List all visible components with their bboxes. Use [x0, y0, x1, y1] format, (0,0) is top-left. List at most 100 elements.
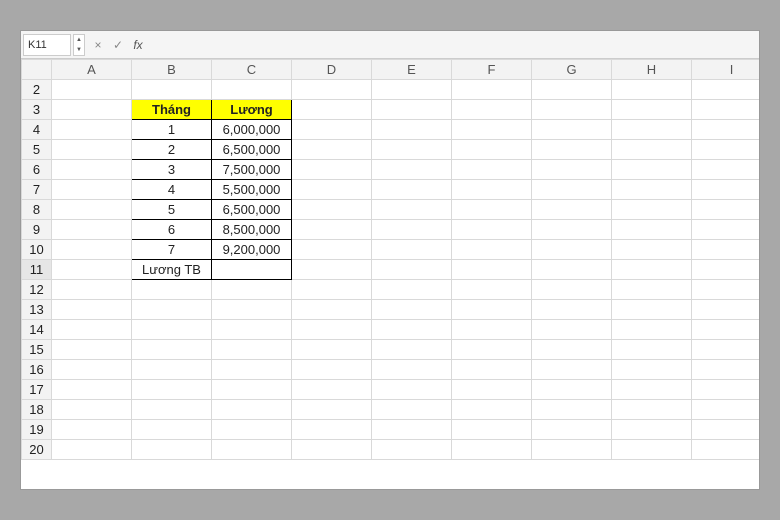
- cell-A15[interactable]: [52, 340, 132, 360]
- cell-C8[interactable]: 6,500,000: [212, 200, 292, 220]
- cell-A11[interactable]: [52, 260, 132, 280]
- column-header-B[interactable]: B: [132, 60, 212, 80]
- cell-D2[interactable]: [292, 80, 372, 100]
- cell-C6[interactable]: 7,500,000: [212, 160, 292, 180]
- cell-C3[interactable]: Lương: [212, 100, 292, 120]
- cell-G13[interactable]: [532, 300, 612, 320]
- cell-E7[interactable]: [372, 180, 452, 200]
- column-header-C[interactable]: C: [212, 60, 292, 80]
- cell-F20[interactable]: [452, 440, 532, 460]
- cell-B16[interactable]: [132, 360, 212, 380]
- cell-E14[interactable]: [372, 320, 452, 340]
- cell-C18[interactable]: [212, 400, 292, 420]
- cell-D5[interactable]: [292, 140, 372, 160]
- cell-B13[interactable]: [132, 300, 212, 320]
- cell-F2[interactable]: [452, 80, 532, 100]
- row-header-3[interactable]: 3: [22, 100, 52, 120]
- row-header-9[interactable]: 9: [22, 220, 52, 240]
- cell-H9[interactable]: [612, 220, 692, 240]
- cell-F14[interactable]: [452, 320, 532, 340]
- cell-H4[interactable]: [612, 120, 692, 140]
- cell-D7[interactable]: [292, 180, 372, 200]
- cell-G7[interactable]: [532, 180, 612, 200]
- cell-D14[interactable]: [292, 320, 372, 340]
- cell-A18[interactable]: [52, 400, 132, 420]
- cell-I8[interactable]: [692, 200, 760, 220]
- cell-E9[interactable]: [372, 220, 452, 240]
- stepper-down-icon[interactable]: ▼: [74, 45, 84, 55]
- cell-G10[interactable]: [532, 240, 612, 260]
- cell-I16[interactable]: [692, 360, 760, 380]
- row-header-17[interactable]: 17: [22, 380, 52, 400]
- cell-D9[interactable]: [292, 220, 372, 240]
- cell-G14[interactable]: [532, 320, 612, 340]
- cell-E18[interactable]: [372, 400, 452, 420]
- cell-D12[interactable]: [292, 280, 372, 300]
- cell-B18[interactable]: [132, 400, 212, 420]
- cell-F4[interactable]: [452, 120, 532, 140]
- cancel-icon[interactable]: ×: [91, 38, 105, 52]
- cell-B19[interactable]: [132, 420, 212, 440]
- cell-B8[interactable]: 5: [132, 200, 212, 220]
- cell-B10[interactable]: 7: [132, 240, 212, 260]
- cell-I7[interactable]: [692, 180, 760, 200]
- cell-H20[interactable]: [612, 440, 692, 460]
- cell-C5[interactable]: 6,500,000: [212, 140, 292, 160]
- cell-I6[interactable]: [692, 160, 760, 180]
- row-header-8[interactable]: 8: [22, 200, 52, 220]
- row-header-5[interactable]: 5: [22, 140, 52, 160]
- cell-I20[interactable]: [692, 440, 760, 460]
- cell-D16[interactable]: [292, 360, 372, 380]
- cell-H15[interactable]: [612, 340, 692, 360]
- cell-I2[interactable]: [692, 80, 760, 100]
- select-all-corner[interactable]: [22, 60, 52, 80]
- cell-A19[interactable]: [52, 420, 132, 440]
- cell-I18[interactable]: [692, 400, 760, 420]
- cell-E16[interactable]: [372, 360, 452, 380]
- cell-D18[interactable]: [292, 400, 372, 420]
- cell-B12[interactable]: [132, 280, 212, 300]
- cell-F9[interactable]: [452, 220, 532, 240]
- cell-H5[interactable]: [612, 140, 692, 160]
- cell-B15[interactable]: [132, 340, 212, 360]
- cell-F18[interactable]: [452, 400, 532, 420]
- cell-G15[interactable]: [532, 340, 612, 360]
- cell-G18[interactable]: [532, 400, 612, 420]
- cell-I14[interactable]: [692, 320, 760, 340]
- cell-G6[interactable]: [532, 160, 612, 180]
- confirm-icon[interactable]: ✓: [111, 38, 125, 52]
- cell-C10[interactable]: 9,200,000: [212, 240, 292, 260]
- cell-D8[interactable]: [292, 200, 372, 220]
- cell-I5[interactable]: [692, 140, 760, 160]
- cell-B17[interactable]: [132, 380, 212, 400]
- cell-B14[interactable]: [132, 320, 212, 340]
- cell-I11[interactable]: [692, 260, 760, 280]
- row-header-2[interactable]: 2: [22, 80, 52, 100]
- cell-H7[interactable]: [612, 180, 692, 200]
- cell-H12[interactable]: [612, 280, 692, 300]
- column-header-H[interactable]: H: [612, 60, 692, 80]
- cell-H11[interactable]: [612, 260, 692, 280]
- cell-I19[interactable]: [692, 420, 760, 440]
- cell-H18[interactable]: [612, 400, 692, 420]
- cell-F12[interactable]: [452, 280, 532, 300]
- cell-G9[interactable]: [532, 220, 612, 240]
- row-header-11[interactable]: 11: [22, 260, 52, 280]
- cell-G4[interactable]: [532, 120, 612, 140]
- cell-I17[interactable]: [692, 380, 760, 400]
- cell-A2[interactable]: [52, 80, 132, 100]
- cell-F8[interactable]: [452, 200, 532, 220]
- cell-F7[interactable]: [452, 180, 532, 200]
- cell-A5[interactable]: [52, 140, 132, 160]
- cell-I10[interactable]: [692, 240, 760, 260]
- cell-F11[interactable]: [452, 260, 532, 280]
- grid[interactable]: ABCDEFGHI23ThángLương416,000,000526,500,…: [21, 59, 759, 489]
- cell-A12[interactable]: [52, 280, 132, 300]
- cell-F5[interactable]: [452, 140, 532, 160]
- name-box[interactable]: K11: [23, 34, 71, 56]
- cell-H6[interactable]: [612, 160, 692, 180]
- cell-G8[interactable]: [532, 200, 612, 220]
- fx-icon[interactable]: fx: [131, 38, 145, 52]
- cell-B11[interactable]: Lương TB: [132, 260, 212, 280]
- column-header-D[interactable]: D: [292, 60, 372, 80]
